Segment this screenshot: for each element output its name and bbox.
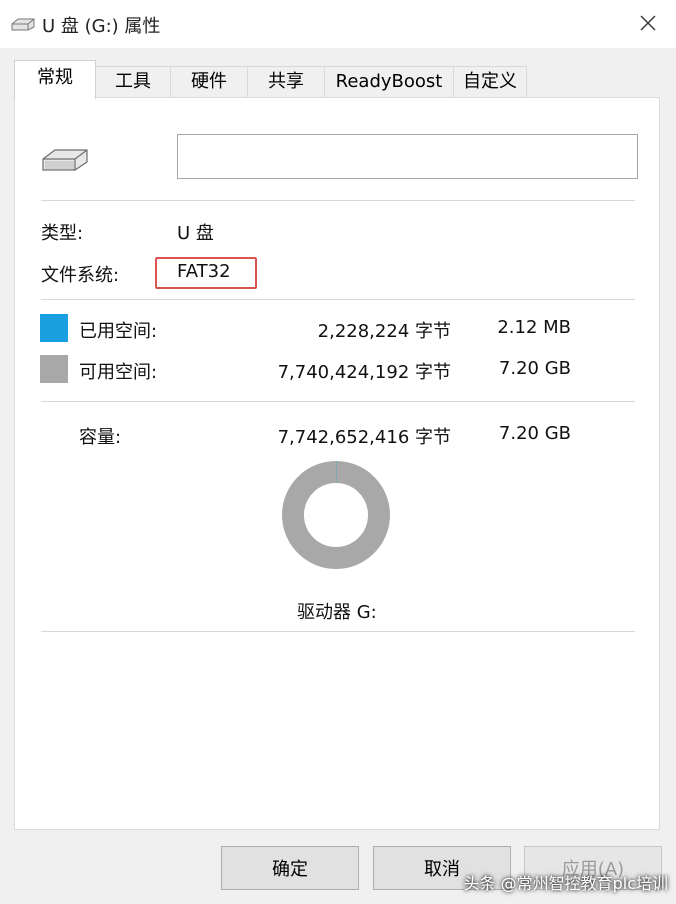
capacity-bytes: 7,742,652,416 字节 [277,427,451,448]
capacity-size: 7.20 GB [498,423,571,444]
divider [41,299,635,300]
used-space-size: 2.12 MB [497,317,571,338]
type-label: 类型: [41,223,84,244]
free-space-bytes: 7,740,424,192 字节 [277,362,451,383]
ok-button[interactable]: 确定 [221,846,359,890]
tab-hardware[interactable]: 硬件 [170,66,248,98]
type-value: U 盘 [177,223,214,244]
watermark-text: 头条 @常州智控教育plc培训 [463,874,669,893]
file-system-value: FAT32 [177,261,231,282]
tab-readyboost[interactable]: ReadyBoost [324,66,454,98]
general-panel: 类型: U 盘 文件系统: FAT32 已用空间: 2,228,224 字节 2… [14,97,660,830]
file-system-label: 文件系统: [41,265,120,286]
usage-donut-chart [282,461,390,569]
tab-general[interactable]: 常规 [14,60,96,99]
free-space-swatch [40,355,68,383]
tab-customize[interactable]: 自定义 [453,66,527,98]
free-space-ring [282,461,390,569]
drive-letter-label: 驱动器 G: [297,602,377,623]
tab-tools[interactable]: 工具 [95,66,171,98]
close-button[interactable] [620,0,676,46]
title-bar: U 盘 (G:) 属性 [0,0,676,48]
used-space-swatch [40,314,68,342]
free-space-size: 7.20 GB [498,358,571,379]
capacity-label: 容量: [79,427,122,448]
tab-sharing[interactable]: 共享 [247,66,325,98]
free-space-label: 可用空间: [79,362,158,383]
divider [41,401,635,402]
usb-drive-icon [42,149,88,171]
divider [41,200,635,201]
close-icon [640,15,656,31]
divider [41,631,635,632]
drive-name-input[interactable] [177,134,638,179]
usb-drive-icon [11,18,35,31]
used-space-label: 已用空间: [79,321,158,342]
used-space-bytes: 2,228,224 字节 [317,321,451,342]
window-title: U 盘 (G:) 属性 [42,16,161,37]
